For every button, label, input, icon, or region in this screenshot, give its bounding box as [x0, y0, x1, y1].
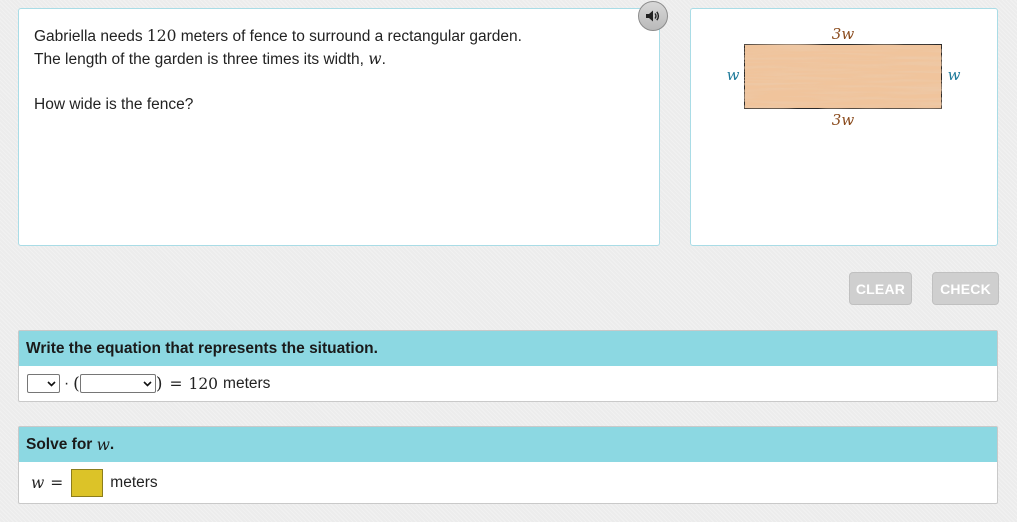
width-variable: w	[368, 50, 382, 68]
problem-line-1-start: Gabriella needs	[34, 28, 147, 45]
solve-header-variable: w	[96, 435, 110, 454]
solve-section-header: Solve for w.	[19, 427, 997, 462]
figure-panel: 3w 3w w w	[690, 8, 998, 246]
solve-header-period: .	[109, 435, 115, 453]
solve-header-text: Solve for	[26, 435, 97, 453]
left-width-label: w	[727, 66, 740, 84]
speaker-icon	[646, 10, 660, 22]
multiply-dot: ·	[64, 374, 70, 392]
solve-unit: meters	[110, 473, 158, 491]
equation-unit: meters	[223, 374, 271, 392]
equation-value: 120	[188, 374, 219, 393]
problem-panel: Gabriella needs 120 meters of fence to s…	[18, 8, 660, 246]
solve-variable: w	[31, 473, 45, 492]
solve-section: Solve for w. w = meters	[18, 426, 998, 504]
question-text: How wide is the fence?	[34, 96, 194, 113]
answer-input[interactable]	[71, 468, 104, 497]
equation-row: · ( ) = 120 meters	[19, 366, 997, 401]
open-paren: (	[73, 373, 80, 394]
problem-line-1: Gabriella needs 120 meters of fence to s…	[34, 25, 522, 48]
bottom-length-label: 3w	[832, 111, 855, 129]
expression-select[interactable]	[79, 374, 156, 393]
clear-button[interactable]: CLEAR	[849, 272, 912, 305]
problem-line-2: The length of the garden is three times …	[34, 48, 522, 71]
solve-equals-sign: =	[50, 473, 64, 492]
problem-text: Gabriella needs 120 meters of fence to s…	[34, 25, 522, 116]
top-length-label: 3w	[832, 25, 855, 43]
garden-rectangle	[743, 43, 943, 110]
close-paren: )	[155, 373, 163, 394]
problem-line-2-start: The length of the garden is three times …	[34, 51, 369, 68]
problem-line-2-end: .	[381, 51, 386, 68]
coefficient-select[interactable]	[27, 374, 60, 393]
equation-section-header: Write the equation that represents the s…	[19, 331, 997, 366]
check-button[interactable]: CHECK	[932, 272, 999, 305]
solve-row: w = meters	[19, 462, 997, 503]
garden-diagram: 3w 3w w w	[727, 25, 961, 129]
right-width-label: w	[948, 66, 961, 84]
problem-line-1-end: meters of fence to surround a rectangula…	[176, 28, 522, 45]
fence-length-value: 120	[146, 27, 177, 45]
chevron-down-icon	[143, 380, 152, 387]
chevron-down-icon	[47, 380, 56, 387]
audio-button[interactable]	[638, 1, 668, 31]
equation-section: Write the equation that represents the s…	[18, 330, 998, 402]
equals-sign: =	[169, 374, 183, 393]
